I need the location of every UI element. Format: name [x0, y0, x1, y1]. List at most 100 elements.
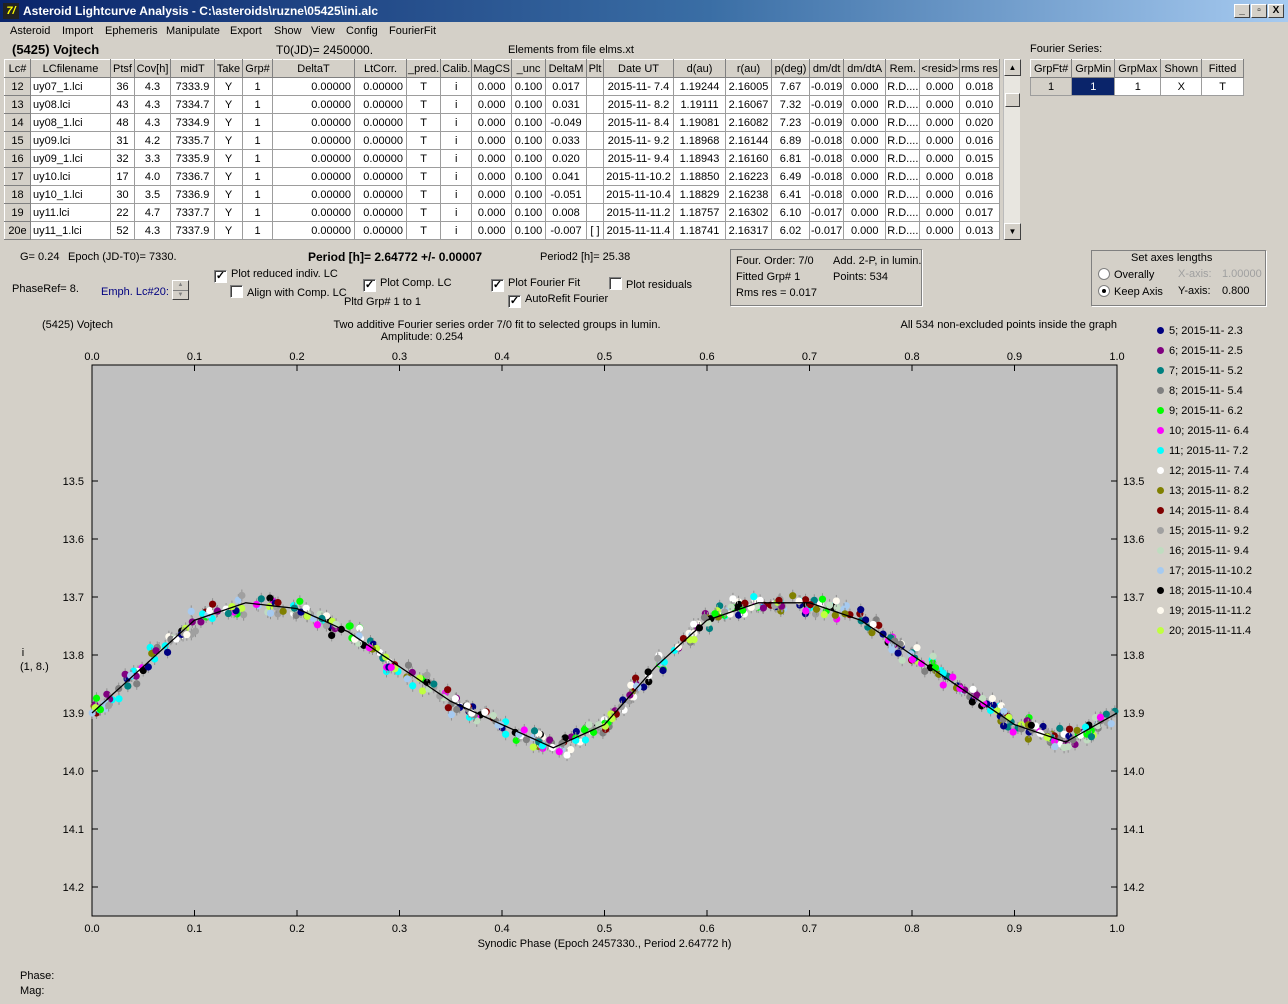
- table-cell[interactable]: Y: [214, 203, 243, 222]
- plot-fourier-checkbox[interactable]: ✓ Plot Fourier Fit: [491, 277, 580, 292]
- table-cell[interactable]: 0.000: [471, 149, 513, 168]
- table-cell[interactable]: 6.10: [771, 203, 811, 222]
- table-cell[interactable]: [586, 167, 605, 186]
- table-cell[interactable]: 6.49: [771, 167, 811, 186]
- table-cell[interactable]: 2015-11- 9.4: [603, 149, 675, 168]
- table-cell[interactable]: 0.000: [919, 131, 961, 150]
- table-row[interactable]: 16 uy09_1.lci 32 3.3 7335.9 Y 1 0.00000 0.00000 T…: [4, 149, 1000, 168]
- scroll-down-icon[interactable]: ▼: [1004, 223, 1021, 240]
- table-cell[interactable]: 7.23: [771, 113, 811, 132]
- col-header[interactable]: rms res: [959, 59, 1000, 78]
- table-cell[interactable]: 0.000: [471, 131, 513, 150]
- table-cell[interactable]: -0.019: [809, 95, 845, 114]
- table-cell[interactable]: 0.000: [919, 113, 961, 132]
- col-header[interactable]: d(au): [673, 59, 727, 78]
- table-cell[interactable]: uy10.lci: [30, 167, 111, 186]
- table-row[interactable]: 20e uy11_1.lci 52 4.3 7337.9 Y 1 0.00000 0.00000…: [4, 221, 1000, 240]
- table-cell[interactable]: T: [405, 185, 442, 204]
- lightcurve-table[interactable]: Lc# LCfilename Ptsf Cov[h] midT Take Grp# Delta…: [4, 59, 1000, 240]
- table-cell[interactable]: 22: [110, 203, 135, 222]
- table-cell[interactable]: -0.018: [809, 149, 845, 168]
- table-cell[interactable]: 0.00000: [272, 221, 355, 240]
- row-header[interactable]: 13: [4, 95, 31, 114]
- table-cell[interactable]: 0.00000: [354, 113, 407, 132]
- table-cell[interactable]: 0.00000: [354, 77, 407, 96]
- menu-fourierfit[interactable]: FourierFit: [389, 25, 436, 37]
- table-cell[interactable]: [586, 77, 605, 96]
- table-cell[interactable]: 0.000: [919, 149, 961, 168]
- table-cell[interactable]: -0.019: [809, 113, 845, 132]
- table-cell[interactable]: -0.017: [809, 221, 845, 240]
- table-cell[interactable]: 32: [110, 149, 135, 168]
- table-cell[interactable]: 43: [110, 95, 135, 114]
- table-cell[interactable]: 0.000: [843, 185, 887, 204]
- table-cell[interactable]: 0.000: [471, 95, 513, 114]
- table-cell[interactable]: 0.100: [511, 131, 547, 150]
- table-cell[interactable]: 2015-11-10.2: [603, 167, 675, 186]
- menu-view[interactable]: View: [311, 25, 335, 37]
- table-cell[interactable]: 17: [110, 167, 135, 186]
- spin-down-icon[interactable]: ▼: [173, 290, 188, 299]
- table-cell[interactable]: 0.00000: [272, 95, 355, 114]
- table-cell[interactable]: Y: [214, 221, 243, 240]
- table-cell[interactable]: 0.000: [843, 95, 887, 114]
- table-cell[interactable]: 6.89: [771, 131, 811, 150]
- col-header[interactable]: midT: [170, 59, 215, 78]
- table-cell[interactable]: 0.00000: [272, 167, 355, 186]
- yaxis-value[interactable]: 0.800: [1222, 285, 1250, 297]
- col-header[interactable]: Calib.: [440, 59, 473, 78]
- table-cell[interactable]: T: [405, 167, 442, 186]
- table-scrollbar[interactable]: ▲ ▼: [1003, 59, 1021, 240]
- emph-spinner[interactable]: ▲ ▼: [172, 280, 189, 300]
- table-cell[interactable]: -0.018: [809, 131, 845, 150]
- col-header[interactable]: Lc#: [4, 59, 31, 78]
- table-cell[interactable]: 0.00000: [272, 203, 355, 222]
- col-header[interactable]: LCfilename: [30, 59, 111, 78]
- table-cell[interactable]: 2015-11-11.2: [603, 203, 675, 222]
- table-cell[interactable]: 0.000: [471, 185, 513, 204]
- cell-grpmax[interactable]: 1: [1114, 77, 1162, 96]
- row-header[interactable]: 19: [4, 203, 31, 222]
- table-row[interactable]: 19 uy11.lci 22 4.7 7337.7 Y 1 0.00000 0.00000 Ti 0…: [4, 203, 1000, 222]
- table-cell[interactable]: 0.000: [843, 203, 887, 222]
- table-row[interactable]: 12 uy07_1.lci 36 4.3 7333.9 Y 1 0.00000 0.00000 T…: [4, 77, 1000, 96]
- table-cell[interactable]: i: [440, 77, 473, 96]
- table-row[interactable]: 14 uy08_1.lci 48 4.3 7334.9 Y 1 0.00000 0.00000 T…: [4, 113, 1000, 132]
- table-cell[interactable]: 0.000: [843, 149, 887, 168]
- table-cell[interactable]: 6.41: [771, 185, 811, 204]
- col-header[interactable]: LtCorr.: [354, 59, 407, 78]
- restore-button[interactable]: ▫: [1251, 4, 1267, 18]
- menu-config[interactable]: Config: [346, 25, 378, 37]
- table-cell[interactable]: 6.81: [771, 149, 811, 168]
- table-cell[interactable]: 1: [242, 167, 273, 186]
- table-cell[interactable]: i: [440, 167, 473, 186]
- table-cell[interactable]: 7336.7: [170, 167, 215, 186]
- row-header[interactable]: 16: [4, 149, 31, 168]
- table-cell[interactable]: 7337.7: [170, 203, 215, 222]
- table-cell[interactable]: 1: [242, 185, 273, 204]
- table-cell[interactable]: -0.019: [809, 77, 845, 96]
- table-cell[interactable]: 0.100: [511, 149, 547, 168]
- minimize-button[interactable]: _: [1234, 4, 1250, 18]
- col-header[interactable]: _pred.: [405, 59, 442, 78]
- overally-radio[interactable]: Overally: [1098, 268, 1154, 281]
- table-cell[interactable]: i: [440, 149, 473, 168]
- menu-show[interactable]: Show: [274, 25, 302, 37]
- table-cell[interactable]: 2015-11- 7.4: [603, 77, 675, 96]
- table-cell[interactable]: T: [405, 203, 442, 222]
- table-cell[interactable]: 0.000: [919, 167, 961, 186]
- lightcurve-chart[interactable]: 0.0 0.0 0.1 0.1 0.2 0.2 0.3 0.3 0.4 0.4 0.5 0.5 0.6 0…: [17, 312, 1283, 964]
- table-cell[interactable]: R.D....: [885, 185, 921, 204]
- table-cell[interactable]: [586, 185, 605, 204]
- table-cell[interactable]: T: [405, 131, 442, 150]
- table-cell[interactable]: 0.000: [843, 167, 887, 186]
- table-cell[interactable]: 0.00000: [354, 203, 407, 222]
- table-cell[interactable]: i: [440, 185, 473, 204]
- table-cell[interactable]: 0.000: [919, 221, 961, 240]
- table-cell[interactable]: T: [405, 77, 442, 96]
- table-cell[interactable]: Y: [214, 95, 243, 114]
- table-cell[interactable]: 0.100: [511, 95, 547, 114]
- table-cell[interactable]: 0.00000: [354, 95, 407, 114]
- plot-comp-checkbox[interactable]: ✓ Plot Comp. LC: [363, 277, 452, 292]
- autorefit-checkbox[interactable]: ✓ AutoRefit Fourier: [508, 293, 608, 308]
